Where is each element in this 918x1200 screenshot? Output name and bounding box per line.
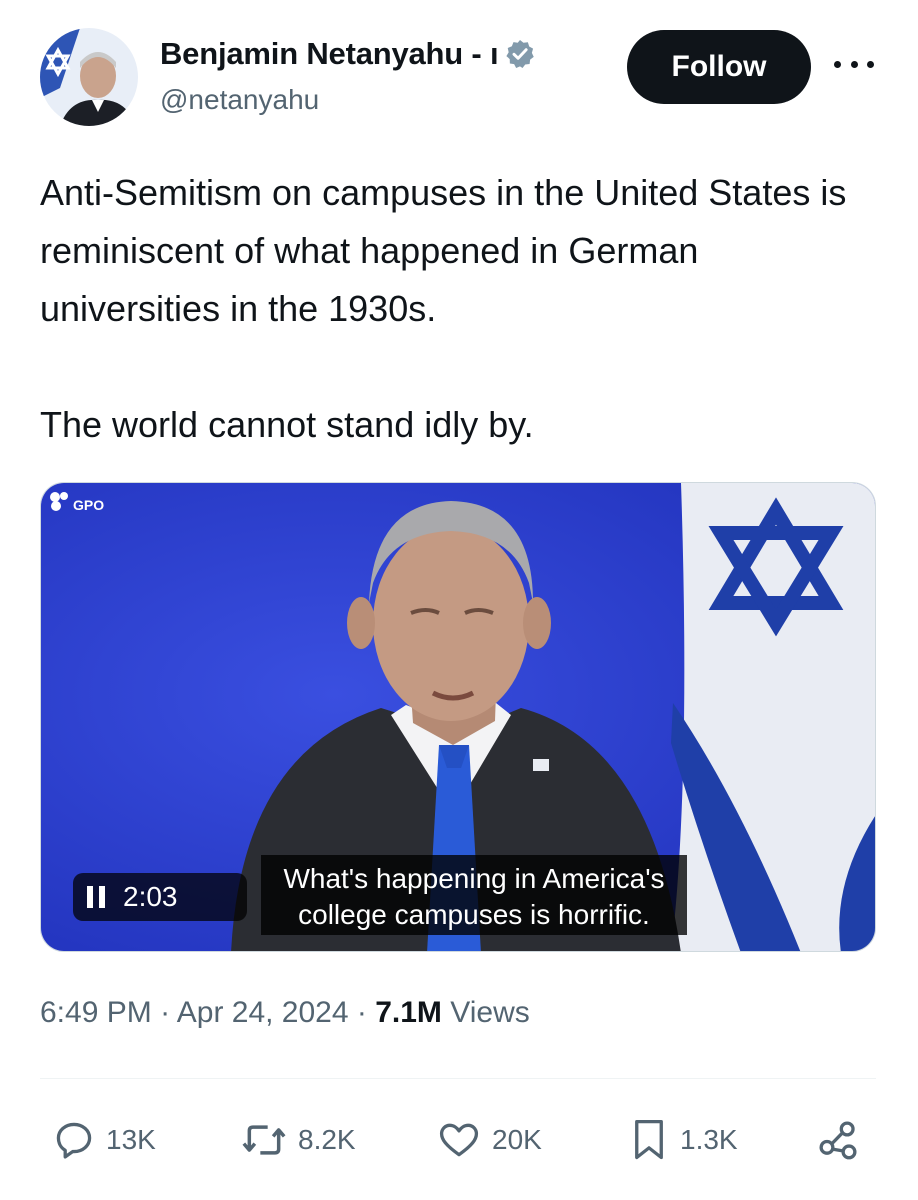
repost-count: 8.2K (298, 1124, 356, 1155)
tweet-meta: 6:49 PM · Apr 24, 2024 · 7.1M Views (40, 996, 530, 1030)
like-icon (439, 1123, 479, 1157)
tweet-paragraph: Anti-Semitism on campuses in the United … (40, 172, 847, 329)
more-dot (834, 60, 841, 68)
author-handle[interactable]: @netanyahu (160, 84, 319, 116)
subtitle-line: college campuses is horrific. (298, 899, 650, 930)
bookmark-icon (635, 1119, 663, 1160)
gpo-watermark: GPO (49, 491, 104, 513)
author-name-row: Benjamin Netanyahu - ı (160, 36, 536, 72)
pause-icon[interactable] (87, 886, 105, 908)
tweet-date[interactable]: Apr 24, 2024 (177, 996, 349, 1029)
avatar[interactable] (40, 28, 138, 126)
share-button[interactable] (816, 1112, 860, 1168)
video-player[interactable]: GPO 2:03 What's happening in America's c… (40, 482, 876, 952)
views-count: 7.1M (375, 996, 442, 1029)
video-duration: 2:03 (123, 881, 178, 912)
more-dot (850, 60, 858, 68)
playback-control[interactable]: 2:03 (73, 873, 247, 921)
repost-icon (242, 1125, 286, 1155)
verified-badge-icon[interactable] (504, 38, 536, 70)
views-label: Views (450, 996, 530, 1029)
share-icon (819, 1121, 857, 1160)
bookmark-button[interactable]: 1.3K (628, 1112, 738, 1168)
pause-bar (87, 886, 93, 908)
author-name[interactable]: Benjamin Netanyahu - ı (160, 36, 499, 72)
repost-button[interactable]: 8.2K (240, 1112, 356, 1168)
action-bar: 13K 8.2K 20K 1.3K (40, 1112, 876, 1168)
gpo-logo-icon (50, 492, 68, 511)
gpo-label: GPO (73, 497, 105, 513)
like-button[interactable]: 20K (436, 1112, 542, 1168)
tweet-time[interactable]: 6:49 PM (40, 996, 152, 1029)
like-count: 20K (492, 1124, 542, 1155)
tweet-header: Benjamin Netanyahu - ı @netanyahu Follow (40, 28, 880, 128)
pause-bar (99, 886, 105, 908)
more-dot (867, 60, 874, 68)
bookmark-count: 1.3K (680, 1124, 738, 1155)
meta-separator: · (160, 996, 177, 1029)
subtitle-line: What's happening in America's (283, 863, 665, 894)
meta-separator: · (356, 996, 376, 1029)
more-icon[interactable] (834, 54, 874, 74)
tweet-paragraph: The world cannot stand idly by. (40, 404, 534, 445)
video-subtitle: What's happening in America's college ca… (261, 855, 687, 935)
reply-count: 13K (106, 1124, 156, 1155)
reply-button[interactable]: 13K (52, 1112, 156, 1168)
follow-button[interactable]: Follow (627, 30, 811, 104)
tweet-text: Anti-Semitism on campuses in the United … (40, 164, 880, 454)
reply-icon (56, 1122, 92, 1159)
divider (40, 1078, 876, 1079)
